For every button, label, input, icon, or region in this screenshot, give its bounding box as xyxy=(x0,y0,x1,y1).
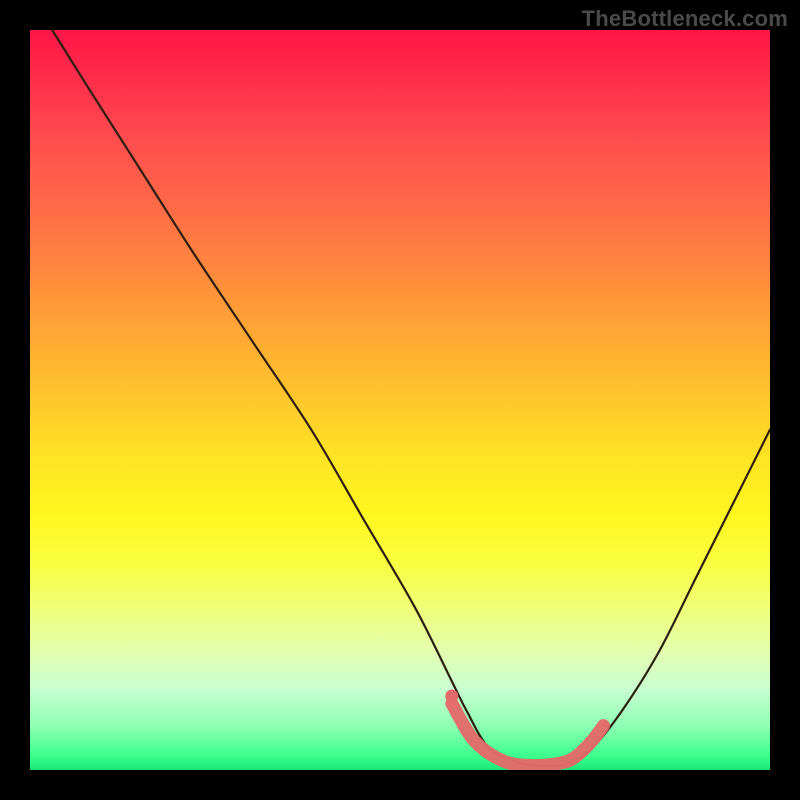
plot-area xyxy=(30,30,770,770)
attribution-label: TheBottleneck.com xyxy=(582,6,788,32)
highlight-segment xyxy=(452,703,604,765)
plot-svg xyxy=(30,30,770,770)
bottleneck-curve xyxy=(52,30,770,766)
chart-canvas: TheBottleneck.com xyxy=(0,0,800,800)
